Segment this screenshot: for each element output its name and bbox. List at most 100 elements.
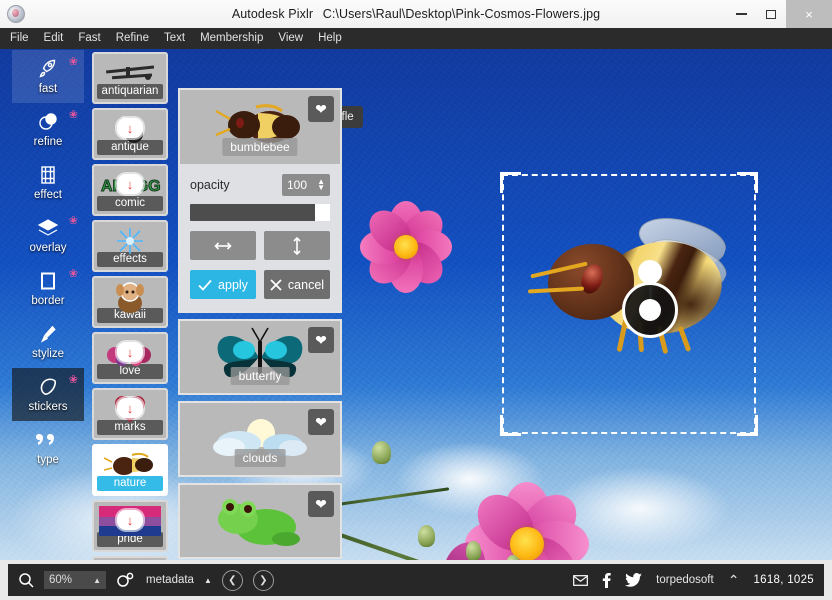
sidebar-item-type[interactable]: type <box>12 421 84 474</box>
favorite-heart-icon-bumblebee[interactable]: ❤ <box>308 96 334 122</box>
sidebar-item-border[interactable]: border ❀ <box>12 262 84 315</box>
favorite-heart-icon-clouds[interactable]: ❤ <box>308 409 334 435</box>
file-path: C:\Users\Raul\Desktop\Pink-Cosmos-Flower… <box>322 7 601 21</box>
sidebar-item-label-refine: refine <box>33 136 63 148</box>
menu-item-view[interactable]: View <box>278 28 303 49</box>
sticker-card-frog[interactable]: ❤ <box>178 483 342 559</box>
ribbon-badge-stickers: ❀ <box>68 374 78 386</box>
flip-horizontal-icon <box>212 239 234 253</box>
status-right-group: torpedosoft ⌃ 1618, 1025 <box>573 572 814 588</box>
sticker-list[interactable]: bumblebee ❤ opacity 100 ▲ ▼ apply cancel… <box>178 88 344 560</box>
close-icon <box>270 278 282 291</box>
menu-item-fast[interactable]: Fast <box>78 28 100 49</box>
download-badge-marks[interactable]: ↓ <box>117 398 143 418</box>
menu-item-membership[interactable]: Membership <box>200 28 263 49</box>
next-image-button[interactable]: ❯ <box>252 569 274 591</box>
download-badge-pride[interactable]: ↓ <box>117 510 143 530</box>
flower-bud-1 <box>418 525 435 547</box>
category-marks[interactable]: ↓ marks <box>92 388 168 440</box>
sidebar-item-effect[interactable]: effect <box>12 156 84 209</box>
sticker-selection-box[interactable] <box>500 172 758 436</box>
resize-handle-bottom-left[interactable] <box>500 415 521 436</box>
download-badge-antique[interactable]: ↓ <box>117 118 143 138</box>
opacity-slider[interactable] <box>190 204 330 221</box>
opacity-value: 100 <box>287 178 308 192</box>
download-badge-comic[interactable]: ↓ <box>117 174 143 194</box>
resize-handle-top-left[interactable] <box>500 172 521 193</box>
menu-item-edit[interactable]: Edit <box>44 28 64 49</box>
close-button[interactable]: × <box>786 0 832 28</box>
brand-caret-icon[interactable]: ⌃ <box>728 573 740 587</box>
pixlr-window: Autodesk Pixlr C:\Users\Raul\Desktop\Pin… <box>0 0 832 600</box>
facebook-icon[interactable] <box>602 572 611 588</box>
status-left-group: 60% ▲ metadata ▲ ❮ ❯ <box>18 569 274 591</box>
favorite-heart-icon-butterfly[interactable]: ❤ <box>308 327 334 353</box>
stepper-arrows-icon[interactable]: ▲ ▼ <box>317 178 325 192</box>
twitter-icon[interactable] <box>625 573 643 587</box>
sidebar-item-label-border: border <box>31 295 65 307</box>
flip-horizontal-button[interactable] <box>190 231 256 260</box>
zoom-level-dropdown[interactable]: 60% ▲ <box>44 571 106 589</box>
metadata-label[interactable]: metadata <box>146 574 194 586</box>
cancel-label: cancel <box>287 277 325 292</box>
sidebar-item-fast[interactable]: fast ❀ <box>12 50 84 103</box>
sticker-card-clouds[interactable]: clouds ❤ <box>178 401 342 477</box>
sticker-thumb-frog[interactable]: ❤ <box>180 485 340 557</box>
sticker-move-handle[interactable] <box>622 282 678 338</box>
mail-icon[interactable] <box>573 574 589 586</box>
flip-vertical-icon <box>290 235 304 257</box>
rotate-handle-knob[interactable] <box>638 260 662 284</box>
sticker-rotate-handle[interactable] <box>622 260 686 338</box>
metadata-caret-icon[interactable]: ▲ <box>204 576 212 585</box>
flip-vertical-button[interactable] <box>264 231 330 260</box>
category-love[interactable]: ↓ love <box>92 332 168 384</box>
brand-label[interactable]: torpedosoft <box>656 574 714 586</box>
flower-bud-2 <box>466 541 481 560</box>
category-effects[interactable]: effects <box>92 220 168 272</box>
sidebar-item-stylize[interactable]: stylize <box>12 315 84 368</box>
bee-leg-4 <box>677 325 692 353</box>
sticker-thumb-bumblebee[interactable]: bumblebee ❤ <box>180 90 340 164</box>
category-nature[interactable]: nature <box>92 444 168 496</box>
maximize-button[interactable] <box>756 0 786 28</box>
apply-label: apply <box>218 277 248 292</box>
frame-icon <box>38 270 58 292</box>
menu-item-file[interactable]: File <box>10 28 29 49</box>
metadata-icon[interactable] <box>116 572 136 588</box>
category-thumb-kawaii <box>94 280 166 314</box>
opacity-stepper[interactable]: 100 ▲ ▼ <box>282 174 330 196</box>
sidebar-item-refine[interactable]: refine ❀ <box>12 103 84 156</box>
zoom-caret-icon[interactable]: ▲ <box>93 576 101 585</box>
previous-image-button[interactable]: ❮ <box>221 569 243 591</box>
stepper-down-icon[interactable]: ▼ <box>317 184 325 192</box>
status-bar-inner: 60% ▲ metadata ▲ ❮ ❯ torpedosoft ⌃ 1618,… <box>8 564 824 596</box>
sidebar-item-overlay[interactable]: overlay ❀ <box>12 209 84 262</box>
category-kawaii[interactable]: kawaii <box>92 276 168 328</box>
sidebar-item-stickers[interactable]: stickers ❀ <box>12 368 84 421</box>
sticker-card-bumblebee[interactable]: bumblebee ❤ opacity 100 ▲ ▼ apply cancel <box>178 88 342 313</box>
category-antique[interactable]: ↓ antique <box>92 108 168 160</box>
action-button-row: apply cancel <box>190 270 330 299</box>
sidebar-item-label-stickers: stickers <box>28 401 68 413</box>
category-thumb-effects <box>94 224 166 258</box>
cancel-button[interactable]: cancel <box>264 270 330 299</box>
resize-handle-top-right[interactable] <box>737 172 758 193</box>
favorite-heart-icon-frog[interactable]: ❤ <box>308 491 334 517</box>
magnifier-icon[interactable] <box>18 572 34 588</box>
category-antiquarian[interactable]: antiquarian <box>92 52 168 104</box>
sticker-card-butterfly[interactable]: butterfly ❤ <box>178 319 342 395</box>
sticker-thumb-clouds[interactable]: clouds ❤ <box>180 403 340 475</box>
opacity-slider-handle[interactable] <box>315 204 330 221</box>
opacity-label: opacity <box>190 178 230 192</box>
minimize-button[interactable] <box>726 0 756 28</box>
sticker-category-list[interactable]: antiquarian ↓ antique ARRGGH! ↓ comic <box>92 52 172 560</box>
apply-button[interactable]: apply <box>190 270 256 299</box>
menu-item-refine[interactable]: Refine <box>116 28 149 49</box>
download-badge-love[interactable]: ↓ <box>117 342 143 362</box>
menu-item-help[interactable]: Help <box>318 28 342 49</box>
sticker-thumb-butterfly[interactable]: butterfly ❤ <box>180 321 340 393</box>
menu-item-text[interactable]: Text <box>164 28 185 49</box>
category-comic[interactable]: ARRGGH! ↓ comic <box>92 164 168 216</box>
resize-handle-bottom-right[interactable] <box>737 415 758 436</box>
category-pride[interactable]: ↓ pride <box>92 500 168 552</box>
